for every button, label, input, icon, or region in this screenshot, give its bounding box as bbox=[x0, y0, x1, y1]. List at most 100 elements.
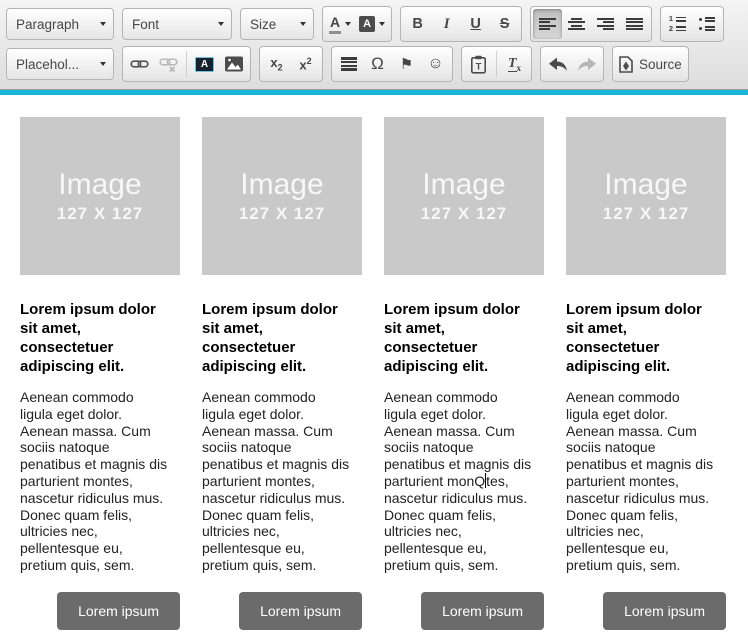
superscript-button[interactable]: x2 bbox=[291, 49, 320, 79]
background-color-button[interactable]: A bbox=[355, 9, 389, 39]
paste-format-group: T Tx bbox=[461, 46, 532, 82]
source-icon bbox=[619, 56, 633, 73]
align-justify-button[interactable] bbox=[620, 9, 649, 39]
align-justify-icon bbox=[626, 18, 643, 31]
background-color-icon: A bbox=[359, 16, 375, 32]
strikethrough-icon: S bbox=[500, 16, 510, 32]
image-placeholder-size: 127 X 127 bbox=[239, 204, 326, 224]
italic-button[interactable]: I bbox=[432, 9, 461, 39]
size-combo-label: Size bbox=[250, 17, 293, 32]
card-body: Aenean commodo ligula eget dolor. Aenean… bbox=[384, 389, 544, 574]
card-body: Aenean commodo ligula eget dolor. Aenean… bbox=[20, 389, 180, 574]
card-heading: Lorem ipsum dolor sit amet, consectetuer… bbox=[384, 300, 544, 376]
placeholder-box-icon: A bbox=[195, 57, 214, 72]
chevron-down-icon bbox=[345, 22, 351, 26]
image-icon bbox=[225, 56, 243, 72]
redo-icon bbox=[577, 57, 597, 72]
undo-button[interactable] bbox=[543, 49, 572, 79]
paragraph-format-label: Paragraph bbox=[16, 17, 93, 32]
editor-toolbar: Paragraph Font Size A A B I U S bbox=[0, 0, 748, 90]
numbered-list-icon: 1 2 bbox=[669, 16, 687, 32]
source-group: Source bbox=[612, 46, 689, 82]
image-placeholder[interactable]: Image 127 X 127 bbox=[566, 117, 726, 275]
image-placeholder[interactable]: Image 127 X 127 bbox=[20, 117, 180, 275]
image-placeholder-label: Image bbox=[240, 169, 323, 201]
strikethrough-button[interactable]: S bbox=[490, 9, 519, 39]
toolbar-separator bbox=[186, 51, 187, 77]
card-body-before-caret: Aenean commodo ligula eget dolor. Aenean… bbox=[384, 389, 531, 489]
undo-icon bbox=[548, 57, 568, 72]
link-media-group: A bbox=[122, 46, 251, 82]
card-button[interactable]: Lorem ipsum bbox=[57, 592, 180, 630]
unlink-icon bbox=[159, 55, 178, 73]
chevron-down-icon bbox=[218, 22, 224, 26]
horizontal-rule-button[interactable] bbox=[334, 49, 363, 79]
sub-sup-group: x2 x2 bbox=[259, 46, 323, 82]
card-2: Image 127 X 127 Lorem ipsum dolor sit am… bbox=[202, 117, 362, 630]
paragraph-format-combo[interactable]: Paragraph bbox=[6, 8, 114, 40]
align-left-icon bbox=[539, 18, 556, 31]
card-3: Image 127 X 127 Lorem ipsum dolor sit am… bbox=[384, 117, 544, 630]
image-placeholder-size: 127 X 127 bbox=[57, 204, 144, 224]
card-grid: Image 127 X 127 Lorem ipsum dolor sit am… bbox=[20, 117, 726, 630]
editor-content-area[interactable]: Image 127 X 127 Lorem ipsum dolor sit am… bbox=[0, 95, 748, 630]
numbered-list-button[interactable]: 1 2 bbox=[663, 9, 692, 39]
basic-styles-group: B I U S bbox=[400, 6, 522, 42]
text-color-button[interactable]: A bbox=[325, 9, 355, 39]
card-button[interactable]: Lorem ipsum bbox=[603, 592, 726, 630]
paste-as-text-button[interactable]: T bbox=[464, 49, 493, 79]
align-left-button[interactable] bbox=[533, 9, 562, 39]
card-heading: Lorem ipsum dolor sit amet, consectetuer… bbox=[202, 300, 362, 376]
link-icon bbox=[130, 55, 149, 73]
link-button[interactable] bbox=[125, 49, 154, 79]
card-heading: Lorem ipsum dolor sit amet, consectetuer… bbox=[20, 300, 180, 376]
size-combo[interactable]: Size bbox=[240, 8, 314, 40]
italic-icon: I bbox=[444, 16, 450, 33]
source-button-label: Source bbox=[639, 57, 682, 72]
image-placeholder[interactable]: Image 127 X 127 bbox=[384, 117, 544, 275]
redo-button[interactable] bbox=[572, 49, 601, 79]
omega-icon: Ω bbox=[371, 54, 384, 74]
remove-format-button[interactable]: Tx bbox=[500, 49, 529, 79]
anchor-button[interactable]: ⚑ bbox=[392, 49, 421, 79]
card-button[interactable]: Lorem ipsum bbox=[239, 592, 362, 630]
undo-redo-group bbox=[540, 46, 604, 82]
chevron-down-icon bbox=[300, 22, 306, 26]
chevron-down-icon bbox=[100, 22, 106, 26]
list-number: 1 bbox=[669, 16, 674, 22]
smiley-button[interactable]: ☺ bbox=[421, 49, 450, 79]
image-placeholder-size: 127 X 127 bbox=[603, 204, 690, 224]
toolbar-separator bbox=[496, 51, 497, 77]
font-combo[interactable]: Font bbox=[122, 8, 232, 40]
align-center-button[interactable] bbox=[562, 9, 591, 39]
subscript-icon: x2 bbox=[270, 55, 282, 73]
placeholder-combo[interactable]: Placehol... bbox=[6, 48, 114, 80]
source-button[interactable]: Source bbox=[615, 49, 686, 79]
toolbar-row-1: Paragraph Font Size A A B I U S bbox=[6, 4, 742, 44]
chevron-down-icon bbox=[379, 22, 385, 26]
insert-placeholder-button[interactable]: A bbox=[190, 49, 219, 79]
horizontal-rule-icon bbox=[341, 57, 357, 71]
list-group: 1 2 bbox=[660, 6, 724, 42]
smiley-icon: ☺ bbox=[427, 55, 443, 73]
color-button-group: A A bbox=[322, 6, 392, 42]
remove-format-icon: Tx bbox=[508, 56, 521, 73]
bullet-list-button[interactable] bbox=[692, 9, 721, 39]
align-right-button[interactable] bbox=[591, 9, 620, 39]
image-placeholder-size: 127 X 127 bbox=[421, 204, 508, 224]
subscript-button[interactable]: x2 bbox=[262, 49, 291, 79]
insert-group: Ω ⚑ ☺ bbox=[331, 46, 453, 82]
card-button[interactable]: Lorem ipsum bbox=[421, 592, 544, 630]
placeholder-combo-label: Placehol... bbox=[16, 57, 93, 72]
card-4: Image 127 X 127 Lorem ipsum dolor sit am… bbox=[566, 117, 726, 630]
underline-button[interactable]: U bbox=[461, 9, 490, 39]
bold-icon: B bbox=[412, 16, 422, 32]
bold-button[interactable]: B bbox=[403, 9, 432, 39]
unlink-button[interactable] bbox=[154, 49, 183, 79]
insert-image-button[interactable] bbox=[219, 49, 248, 79]
special-character-button[interactable]: Ω bbox=[363, 49, 392, 79]
image-placeholder-label: Image bbox=[58, 169, 141, 201]
image-placeholder[interactable]: Image 127 X 127 bbox=[202, 117, 362, 275]
chevron-down-icon bbox=[100, 62, 106, 66]
paste-text-icon: T bbox=[470, 55, 487, 74]
